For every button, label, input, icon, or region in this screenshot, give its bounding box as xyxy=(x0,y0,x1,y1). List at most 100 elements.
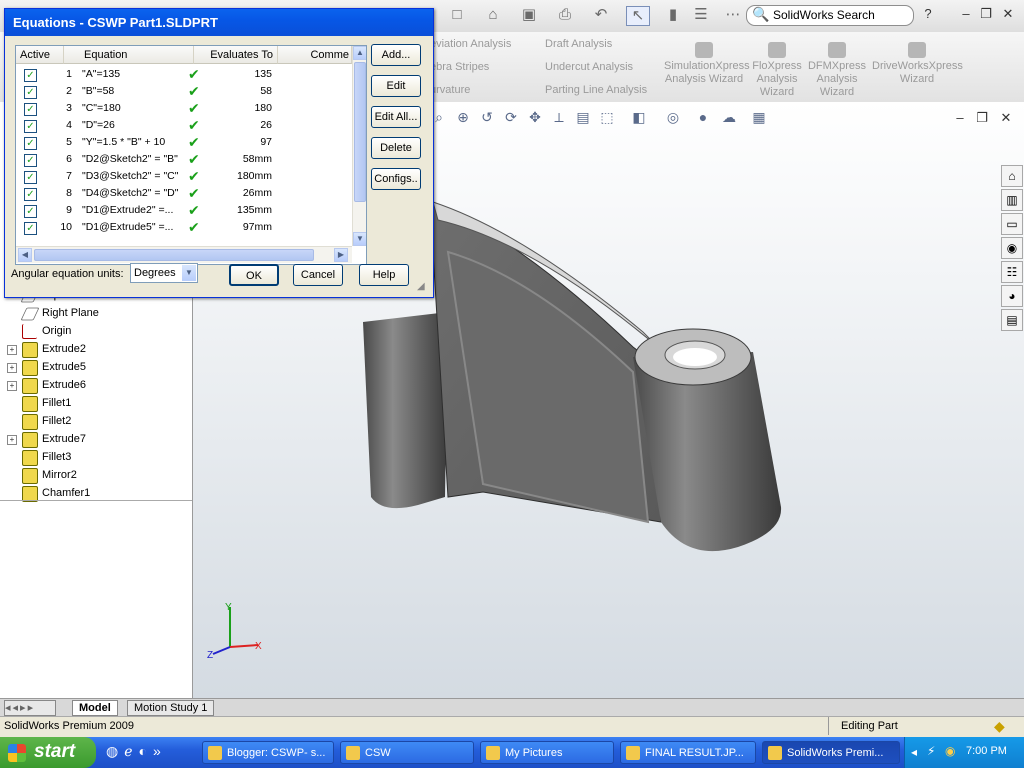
chevron-down-icon[interactable]: ▼ xyxy=(182,265,196,281)
previous-view-icon[interactable]: ↺ xyxy=(478,108,496,126)
section-view-icon[interactable]: ▤ xyxy=(574,108,592,126)
tag-icon[interactable]: ◆ xyxy=(994,718,1005,735)
table-row[interactable]: ✓ 6 "D2@Sketch2" = "B" ✔ 58mm xyxy=(16,151,352,168)
taskbar-button[interactable]: My Pictures xyxy=(480,741,614,764)
restore-icon[interactable]: ❐ xyxy=(978,6,994,22)
open-icon[interactable]: ⌂ xyxy=(482,6,504,24)
print-icon[interactable]: ⎙ xyxy=(554,6,576,24)
scroll-up-icon[interactable]: ▲ xyxy=(353,46,366,60)
tree-item[interactable]: Extrude6 xyxy=(42,379,86,391)
equation-text[interactable]: "D4@Sketch2" = "D" xyxy=(82,185,192,202)
vertical-scrollbar[interactable]: ▲ ▼ xyxy=(352,46,366,246)
horizontal-scrollbar[interactable]: ◀ ▶ xyxy=(16,246,352,263)
file-properties-icon[interactable]: ☰ xyxy=(690,6,712,24)
equation-text[interactable]: "Y"=1.5 * "B" + 10 xyxy=(82,134,192,151)
tree-item[interactable]: Extrude5 xyxy=(42,361,86,373)
active-checkbox[interactable]: ✓ xyxy=(24,171,37,184)
options-icon[interactable]: ⋯ xyxy=(722,6,744,24)
table-row[interactable]: ✓ 1 "A"=135 ✔ 135 xyxy=(16,66,352,83)
rotate-icon[interactable]: ⟳ xyxy=(502,108,520,126)
taskbar-button[interactable]: CSW xyxy=(340,741,474,764)
hide-show-icon[interactable]: ◎ xyxy=(664,108,682,126)
active-checkbox[interactable]: ✓ xyxy=(24,103,37,116)
simulationxpress-button[interactable]: SimulationXpress Analysis Wizard xyxy=(664,42,750,86)
edit-button[interactable]: Edit xyxy=(371,75,421,97)
active-checkbox[interactable]: ✓ xyxy=(24,69,37,82)
resize-grip-icon[interactable]: ◢ xyxy=(417,281,431,295)
tree-item[interactable]: Right Plane xyxy=(42,307,99,319)
active-checkbox[interactable]: ✓ xyxy=(24,137,37,150)
table-row[interactable]: ✓ 10 "D1@Extrude5" =... ✔ 97mm xyxy=(16,219,352,236)
solidworks-resources-icon[interactable]: ⌂ xyxy=(1001,165,1023,187)
col-evaluates-to[interactable]: Evaluates To xyxy=(194,46,278,64)
equation-text[interactable]: "D1@Extrude2" =... xyxy=(82,202,192,219)
col-comment[interactable]: Comme xyxy=(278,46,352,64)
configs-button[interactable]: Configs.. xyxy=(371,168,421,190)
equation-text[interactable]: "D"=26 xyxy=(82,117,192,134)
active-checkbox[interactable]: ✓ xyxy=(24,154,37,167)
edit-all-button[interactable]: Edit All... xyxy=(371,106,421,128)
view-settings-icon[interactable]: ▦ xyxy=(750,108,768,126)
dialog-title-bar[interactable]: Equations - CSWP Part1.SLDPRT xyxy=(5,9,433,36)
tree-item[interactable]: Fillet3 xyxy=(42,451,71,463)
parting-line-analysis-button[interactable]: Parting Line Analysis xyxy=(545,84,647,96)
tree-item[interactable]: Extrude7 xyxy=(42,433,86,445)
active-checkbox[interactable]: ✓ xyxy=(24,222,37,235)
cancel-button[interactable]: Cancel xyxy=(293,264,343,286)
zoom-area-icon[interactable]: ⊕ xyxy=(454,108,472,126)
doc-minimize-icon[interactable]: – xyxy=(952,110,968,126)
active-checkbox[interactable]: ✓ xyxy=(24,188,37,201)
new-document-icon[interactable]: □ xyxy=(446,6,468,24)
doc-restore-icon[interactable]: ❐ xyxy=(974,110,990,126)
table-row[interactable]: ✓ 4 "D"=26 ✔ 26 xyxy=(16,117,352,134)
scene-icon[interactable]: ☁ xyxy=(720,108,738,126)
scroll-left-icon[interactable]: ◀ xyxy=(18,248,32,262)
save-icon[interactable]: ▣ xyxy=(518,6,540,24)
active-checkbox[interactable]: ✓ xyxy=(24,86,37,99)
equation-text[interactable]: "D1@Extrude5" =... xyxy=(82,219,192,236)
hscroll-thumb[interactable] xyxy=(34,249,314,261)
scroll-down-icon[interactable]: ▼ xyxy=(353,232,366,246)
expand-icon[interactable]: + xyxy=(7,363,17,373)
help-icon[interactable]: ? xyxy=(920,6,936,22)
taskbar-button[interactable]: FINAL RESULT.JP... xyxy=(620,741,756,764)
help-button[interactable]: Help xyxy=(359,264,409,286)
add-button[interactable]: Add... xyxy=(371,44,421,66)
tab-motion-study[interactable]: Motion Study 1 xyxy=(127,700,215,716)
doc-close-icon[interactable]: ✕ xyxy=(998,110,1014,126)
delete-button[interactable]: Delete xyxy=(371,137,421,159)
view-palette-icon[interactable]: ☷ xyxy=(1001,261,1023,283)
angular-units-select[interactable]: Degrees ▼ xyxy=(130,263,198,283)
driveworksxpress-button[interactable]: DriveWorksXpress Wizard xyxy=(872,42,963,86)
start-button[interactable]: start xyxy=(0,737,96,768)
rebuild-icon[interactable]: ▮ xyxy=(662,6,684,24)
expand-icon[interactable]: + xyxy=(7,345,17,355)
tree-item[interactable]: Fillet2 xyxy=(42,415,71,427)
tree-item[interactable]: Origin xyxy=(42,325,71,337)
table-row[interactable]: ✓ 3 "C"=180 ✔ 180 xyxy=(16,100,352,117)
chrome-icon[interactable]: ◍ xyxy=(106,743,124,759)
dfmxpress-button[interactable]: DFMXpress Analysis Wizard xyxy=(802,42,872,99)
view-orientation-icon[interactable]: ⬚ xyxy=(598,108,616,126)
tray-app-icon[interactable]: ◉ xyxy=(945,744,955,758)
equation-text[interactable]: "C"=180 xyxy=(82,100,192,117)
expand-icon[interactable]: + xyxy=(7,381,17,391)
minimize-icon[interactable]: – xyxy=(958,6,974,22)
active-checkbox[interactable]: ✓ xyxy=(24,205,37,218)
explorer-icon[interactable]: ◐ xyxy=(139,743,153,759)
pan-icon[interactable]: ✥ xyxy=(526,108,544,126)
table-row[interactable]: ✓ 7 "D3@Sketch2" = "C" ✔ 180mm xyxy=(16,168,352,185)
search-tab-icon[interactable]: ◉ xyxy=(1001,237,1023,259)
undo-icon[interactable]: ↶ xyxy=(590,6,612,24)
table-row[interactable]: ✓ 8 "D4@Sketch2" = "D" ✔ 26mm xyxy=(16,185,352,202)
active-checkbox[interactable]: ✓ xyxy=(24,120,37,133)
display-style-icon[interactable]: ◧ xyxy=(630,108,648,126)
scroll-right-icon[interactable]: ▶ xyxy=(334,248,348,262)
close-icon[interactable]: ✕ xyxy=(1000,6,1016,22)
taskbar-button[interactable]: Blogger: CSWP- s... xyxy=(202,741,334,764)
tree-item[interactable]: Fillet1 xyxy=(42,397,71,409)
equation-text[interactable]: "D2@Sketch2" = "B" xyxy=(82,151,192,168)
equation-text[interactable]: "A"=135 xyxy=(82,66,192,83)
more-icon[interactable]: » xyxy=(153,743,167,759)
col-equation[interactable]: Equation xyxy=(64,46,194,64)
